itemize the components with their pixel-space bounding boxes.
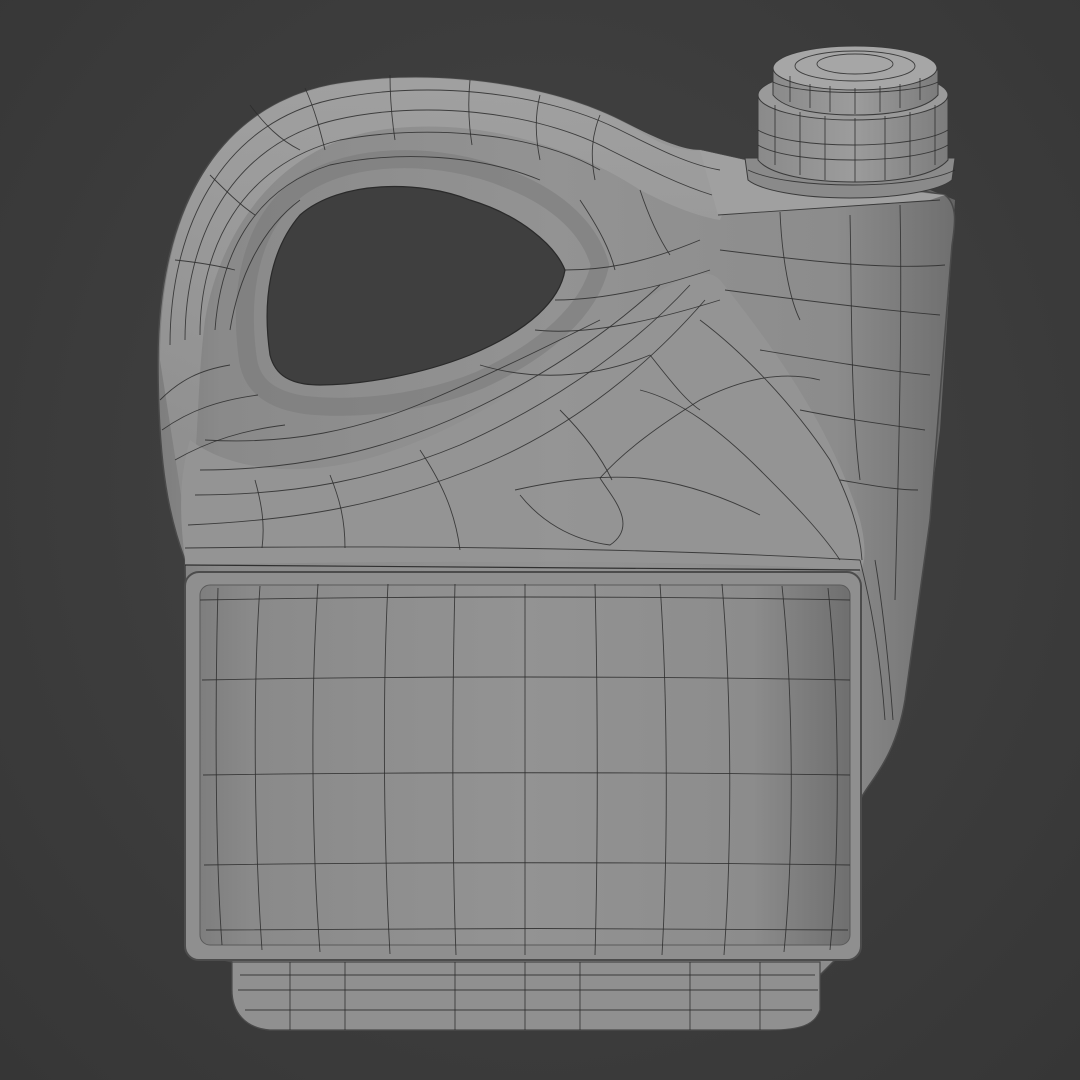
- jerrycan-model: [157, 45, 956, 1031]
- cap: [744, 45, 956, 199]
- 3d-viewport[interactable]: [0, 0, 1080, 1080]
- base-band: [231, 961, 821, 1031]
